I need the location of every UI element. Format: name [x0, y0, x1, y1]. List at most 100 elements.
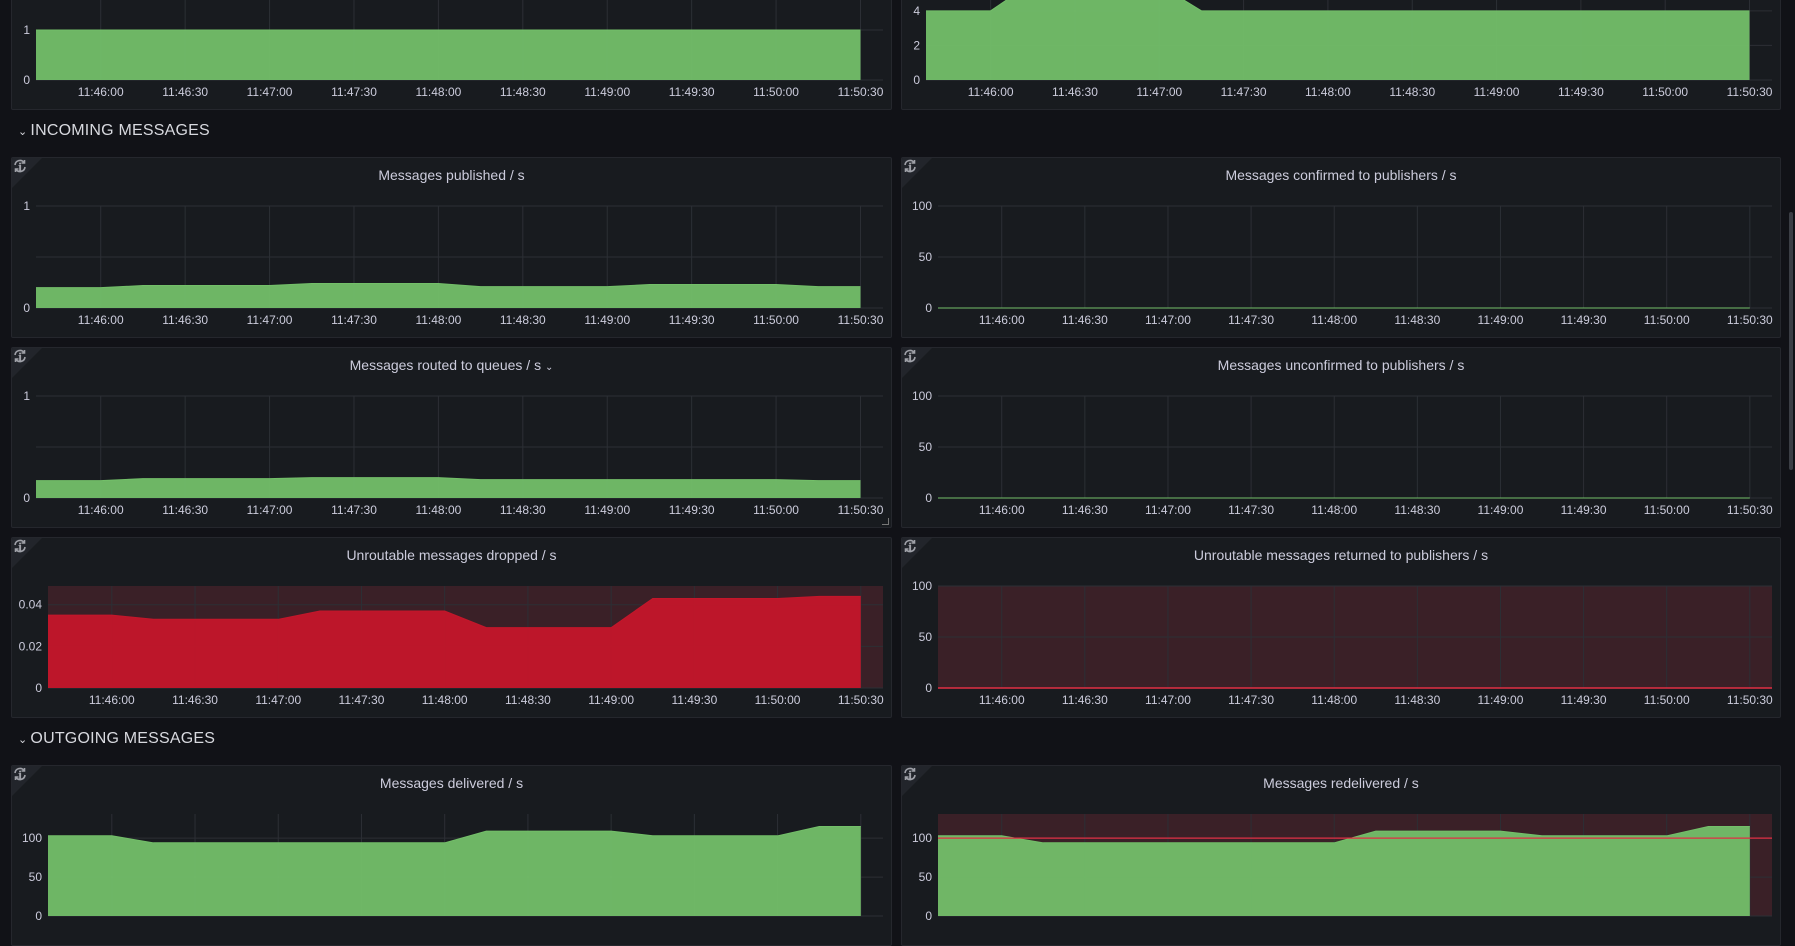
x-tick-label: 11:47:30	[331, 85, 377, 99]
x-tick-label: 11:46:00	[979, 693, 1025, 707]
x-tick-label: 11:50:30	[838, 693, 884, 707]
chart: 0 50 100	[912, 814, 1772, 923]
chart: 0 0.02 0.04 11:46:00 11:46:30 11:47:00 11:47:3…	[19, 586, 884, 707]
panel-unroutable-dropped: i Unroutable messages dropped / s 0 0.02 0…	[11, 537, 892, 718]
section-title: OUTGOING MESSAGES	[30, 730, 216, 747]
y-tick-label: 50	[919, 630, 933, 644]
x-tick-label: 11:47:00	[1145, 313, 1191, 327]
y-tick-label: 100	[912, 579, 932, 593]
x-tick-label: 11:50:00	[755, 693, 801, 707]
y-tick-label: 0	[913, 73, 920, 87]
x-tick-label: 11:46:30	[172, 693, 218, 707]
y-tick-label: 100	[22, 831, 42, 845]
x-tick-label: 11:47:00	[1145, 693, 1191, 707]
section-outgoing-messages[interactable]: ⌄ OUTGOING MESSAGES	[18, 730, 215, 748]
chart: 0 1 11:46:00 11:46:30 11:47:00 11:47:30 11:48:…	[23, 389, 884, 517]
series-area	[36, 283, 861, 308]
x-tick-label: 11:50:30	[838, 503, 884, 517]
x-tick-label: 11:49:30	[669, 503, 715, 517]
y-tick-label: 50	[919, 250, 933, 264]
panel-unroutable-returned: i Unroutable messages returned to publis…	[901, 537, 1781, 718]
x-tick-label: 11:49:30	[671, 693, 717, 707]
scrollbar[interactable]	[1789, 212, 1793, 470]
panel-messages-routed: i Messages routed to queues / s ⌄ 0 1 11:4…	[11, 347, 892, 528]
x-tick-label: 11:49:30	[1558, 85, 1604, 99]
x-tick-label: 11:47:30	[331, 313, 377, 327]
y-tick-label: 100	[912, 389, 932, 403]
x-tick-label: 11:50:30	[838, 313, 884, 327]
y-tick-label: 0.04	[19, 598, 43, 612]
y-tick-label: 1	[23, 23, 30, 37]
y-tick-label: 4	[913, 4, 920, 18]
panel-messages-unconfirmed: i Messages unconfirmed to publishers / s…	[901, 347, 1781, 528]
x-tick-label: 11:49:00	[584, 85, 630, 99]
x-tick-label: 11:47:00	[247, 503, 293, 517]
x-tick-label: 11:47:30	[1221, 85, 1267, 99]
chart: 0 50 100	[22, 814, 883, 923]
y-tick-label: 0.02	[19, 639, 43, 653]
x-tick-label: 11:48:30	[1394, 503, 1440, 517]
x-tick-label: 11:46:00	[979, 313, 1025, 327]
x-tick-label: 11:50:30	[838, 85, 884, 99]
series-area	[36, 30, 861, 80]
x-tick-label: 11:48:30	[505, 693, 551, 707]
x-tick-label: 11:47:30	[331, 503, 377, 517]
y-tick-label: 0	[23, 491, 30, 505]
x-tick-label: 11:46:30	[162, 503, 208, 517]
y-tick-label: 0	[23, 301, 30, 315]
x-tick-label: 11:48:30	[1394, 313, 1440, 327]
x-tick-label: 11:46:00	[78, 85, 124, 99]
x-tick-label: 11:47:00	[247, 85, 293, 99]
y-tick-label: 0	[35, 681, 42, 695]
x-tick-label: 11:47:00	[1136, 85, 1182, 99]
x-tick-label: 11:50:00	[753, 313, 799, 327]
x-tick-label: 11:50:30	[1727, 313, 1773, 327]
x-tick-label: 11:49:00	[1474, 85, 1520, 99]
x-tick-label: 11:46:00	[968, 85, 1014, 99]
x-tick-label: 11:48:00	[422, 693, 468, 707]
x-tick-label: 11:46:00	[78, 503, 124, 517]
x-tick-label: 11:48:30	[500, 85, 546, 99]
x-tick-label: 11:49:00	[1478, 503, 1524, 517]
y-tick-label: 1	[23, 199, 30, 213]
y-tick-label: 0	[23, 73, 30, 87]
series-area	[36, 477, 861, 498]
y-tick-label: 1	[23, 389, 30, 403]
y-tick-label: 0	[925, 301, 932, 315]
x-tick-label: 11:50:00	[1644, 313, 1690, 327]
panel-messages-confirmed: i Messages confirmed to publishers / s 0…	[901, 157, 1781, 338]
x-tick-label: 11:49:30	[1561, 693, 1607, 707]
x-tick-label: 11:49:00	[584, 313, 630, 327]
x-tick-label: 11:48:00	[415, 503, 461, 517]
section-incoming-messages[interactable]: ⌄ INCOMING MESSAGES	[18, 122, 210, 140]
x-tick-label: 11:47:30	[1228, 313, 1274, 327]
chart: 0 50 100 11:46:00 11:46:30 11:47:00 11:47:30 11…	[912, 389, 1773, 517]
y-tick-label: 0	[925, 491, 932, 505]
x-tick-label: 11:49:00	[1478, 313, 1524, 327]
panel-top-left: 0 1 11:46:00 11:46:30 11:47:00 11:47:30 11:48:…	[11, 0, 892, 110]
x-tick-label: 11:46:00	[78, 313, 124, 327]
x-tick-label: 11:49:30	[669, 85, 715, 99]
section-title: INCOMING MESSAGES	[30, 122, 210, 139]
x-tick-label: 11:48:30	[500, 313, 546, 327]
x-tick-label: 11:46:30	[1052, 85, 1098, 99]
panel-messages-published: i Messages published / s 0 1 11:46:00 11:46…	[11, 157, 892, 338]
x-tick-label: 11:46:00	[979, 503, 1025, 517]
x-tick-label: 11:48:30	[500, 503, 546, 517]
x-tick-label: 11:50:30	[1727, 693, 1773, 707]
y-tick-label: 2	[913, 38, 920, 52]
x-tick-label: 11:47:30	[1228, 503, 1274, 517]
x-tick-label: 11:50:00	[1644, 503, 1690, 517]
x-tick-label: 11:48:00	[1311, 693, 1357, 707]
x-tick-label: 11:48:00	[1311, 503, 1357, 517]
x-tick-label: 11:50:30	[1727, 503, 1773, 517]
x-tick-label: 11:47:00	[247, 313, 293, 327]
x-tick-label: 11:50:00	[1644, 693, 1690, 707]
x-tick-label: 11:48:30	[1389, 85, 1435, 99]
x-tick-label: 11:46:00	[89, 693, 135, 707]
x-tick-label: 11:50:00	[753, 503, 799, 517]
y-tick-label: 0	[35, 909, 42, 923]
x-tick-label: 11:50:00	[1642, 85, 1688, 99]
x-tick-label: 11:46:30	[1062, 693, 1108, 707]
x-tick-label: 11:50:30	[1727, 85, 1773, 99]
